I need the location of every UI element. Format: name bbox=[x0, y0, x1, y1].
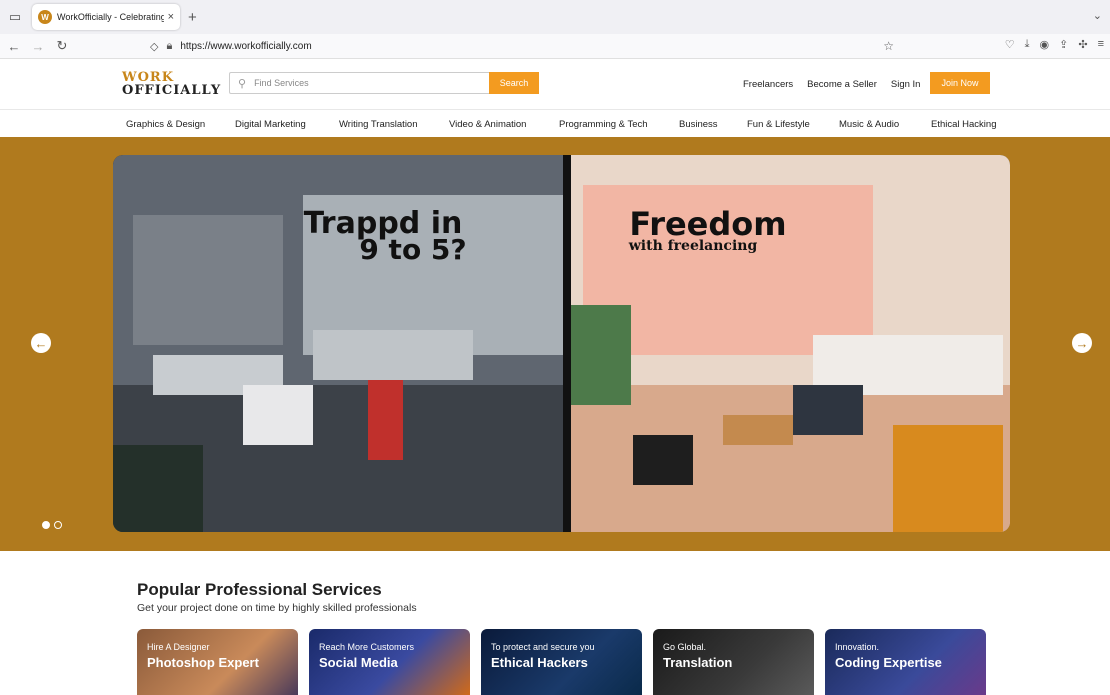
search-placeholder: Find Services bbox=[254, 78, 309, 88]
new-tab-button[interactable]: + bbox=[188, 9, 197, 26]
menu-icon[interactable]: ≡ bbox=[1098, 38, 1104, 51]
become-seller-link[interactable]: Become a Seller bbox=[807, 79, 877, 90]
carousel-prev-arrow-icon[interactable]: ← bbox=[31, 333, 51, 353]
category-music-audio[interactable]: Music & Audio bbox=[839, 119, 899, 130]
category-ethical-hacking[interactable]: Ethical Hacking bbox=[931, 119, 996, 130]
site-logo[interactable]: WORK OFFICIALLY bbox=[122, 71, 221, 97]
url-bar[interactable]: ◇ 🔒︎ https://www.workofficially.com ☆ bbox=[150, 36, 910, 56]
pocket-icon[interactable]: ♡ bbox=[1005, 38, 1015, 51]
freelancers-link[interactable]: Freelancers bbox=[743, 79, 793, 90]
chevron-down-icon[interactable]: ⌄ bbox=[1093, 9, 1102, 22]
browser-tab-bar: ▭ W WorkOfficially - Celebrating Ev... ×… bbox=[0, 0, 1110, 34]
url-text: https://www.workofficially.com bbox=[180, 40, 312, 52]
category-fun-lifestyle[interactable]: Fun & Lifestyle bbox=[747, 119, 810, 130]
category-business[interactable]: Business bbox=[679, 119, 718, 130]
category-writing-translation[interactable]: Writing Translation bbox=[339, 119, 418, 130]
tab-list-icon[interactable]: ▭ bbox=[4, 6, 26, 28]
tab-close-icon[interactable]: × bbox=[168, 11, 174, 23]
card-small-text: Go Global. bbox=[663, 642, 707, 652]
left-headline-2: 9 to 5? bbox=[359, 233, 466, 266]
category-nav: Graphics & Design Digital Marketing Writ… bbox=[0, 109, 1110, 139]
join-now-button[interactable]: Join Now bbox=[930, 72, 990, 94]
category-video-animation[interactable]: Video & Animation bbox=[449, 119, 526, 130]
service-card-social-media[interactable]: Reach More Customers Social Media bbox=[309, 629, 470, 695]
card-small-text: Hire A Designer bbox=[147, 642, 210, 652]
search-input[interactable]: ⚲ Find Services bbox=[229, 72, 489, 94]
service-card-coding[interactable]: Innovation. Coding Expertise bbox=[825, 629, 986, 695]
service-card-ethical-hackers[interactable]: To protect and secure you Ethical Hacker… bbox=[481, 629, 642, 695]
download-icon[interactable]: ⤓ bbox=[1025, 38, 1030, 51]
hero-carousel: Trappd in 9 to 5? Freedom with freelanci… bbox=[0, 137, 1110, 551]
service-card-photoshop[interactable]: Hire A Designer Photoshop Expert bbox=[137, 629, 298, 695]
toolbar-icons: ♡ ⤓ ◉ ⇪ ✣ ≡ bbox=[1005, 38, 1104, 51]
card-small-text: Reach More Customers bbox=[319, 642, 415, 652]
services-subtitle: Get your project done on time by highly … bbox=[137, 602, 417, 614]
right-subline: with freelancing bbox=[628, 238, 758, 254]
browser-tab[interactable]: W WorkOfficially - Celebrating Ev... × bbox=[32, 4, 180, 30]
service-card-translation[interactable]: Go Global. Translation bbox=[653, 629, 814, 695]
search-icon: ⚲ bbox=[238, 77, 247, 90]
services-section: Popular Professional Services Get your p… bbox=[137, 580, 417, 614]
category-digital-marketing[interactable]: Digital Marketing bbox=[235, 119, 306, 130]
lock-icon: 🔒︎ bbox=[166, 39, 173, 52]
bookmark-star-icon[interactable]: ☆ bbox=[883, 39, 894, 53]
hero-illustration: Trappd in 9 to 5? Freedom with freelanci… bbox=[113, 155, 1010, 532]
card-big-text: Ethical Hackers bbox=[491, 655, 588, 670]
back-arrow-icon[interactable]: ← bbox=[4, 39, 24, 54]
card-big-text: Coding Expertise bbox=[835, 655, 942, 670]
account-icon[interactable]: ◉ bbox=[1040, 38, 1050, 51]
card-small-text: To protect and secure you bbox=[491, 642, 595, 652]
forward-arrow-icon[interactable]: → bbox=[28, 39, 48, 54]
card-big-text: Social Media bbox=[319, 655, 398, 670]
wordpress-favicon-icon: W bbox=[38, 10, 52, 24]
carousel-dots bbox=[42, 521, 62, 529]
tab-title: WorkOfficially - Celebrating Ev... bbox=[57, 12, 164, 22]
card-small-text: Innovation. bbox=[835, 642, 880, 652]
category-graphics-design[interactable]: Graphics & Design bbox=[126, 119, 205, 130]
category-programming-tech[interactable]: Programming & Tech bbox=[559, 119, 648, 130]
site-header: WORK OFFICIALLY ⚲ Find Services Search F… bbox=[0, 59, 1110, 109]
logo-line-2: OFFICIALLY bbox=[122, 83, 222, 98]
carousel-dot-1[interactable] bbox=[42, 521, 50, 529]
browser-nav-bar: ← → ↻ ◇ 🔒︎ https://www.workofficially.co… bbox=[0, 34, 1110, 59]
extensions-icon[interactable]: ✣ bbox=[1078, 38, 1087, 51]
sign-in-link[interactable]: Sign In bbox=[891, 79, 921, 90]
carousel-next-arrow-icon[interactable]: → bbox=[1072, 333, 1092, 353]
search-button[interactable]: Search bbox=[489, 72, 539, 94]
header-links: Freelancers Become a Seller Sign In bbox=[743, 79, 920, 90]
reload-icon[interactable]: ↻ bbox=[52, 38, 72, 54]
card-big-text: Translation bbox=[663, 655, 733, 670]
share-icon[interactable]: ⇪ bbox=[1059, 38, 1068, 51]
card-big-text: Photoshop Expert bbox=[147, 655, 259, 670]
service-cards: Hire A Designer Photoshop Expert Reach M… bbox=[137, 629, 986, 695]
carousel-dot-2[interactable] bbox=[54, 521, 62, 529]
shield-icon: ◇ bbox=[150, 40, 159, 53]
hero-slide-image: Trappd in 9 to 5? Freedom with freelanci… bbox=[113, 155, 1010, 532]
services-title: Popular Professional Services bbox=[137, 580, 382, 599]
